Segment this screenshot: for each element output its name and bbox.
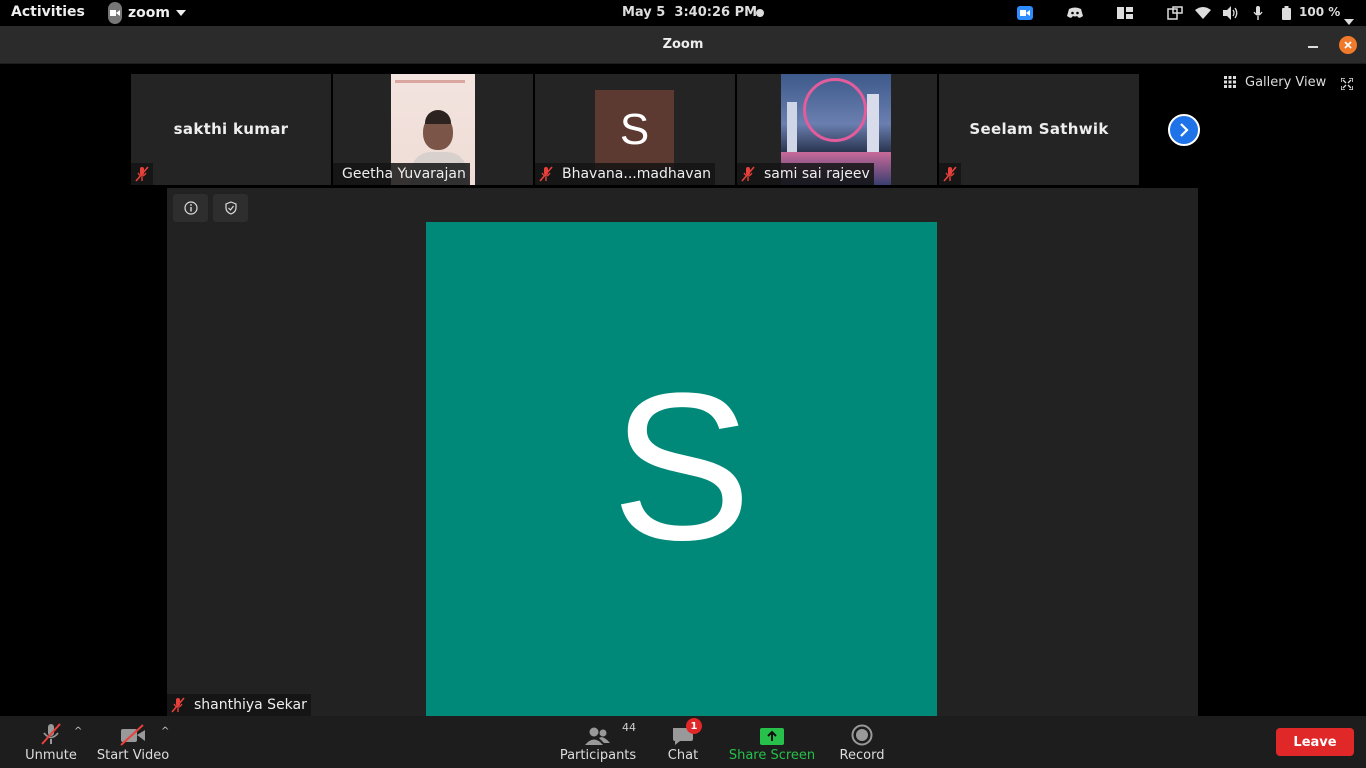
muted-mic-icon: [535, 163, 557, 185]
participant-name: sami sai rajeev: [764, 166, 870, 182]
unmute-label: Unmute: [25, 748, 77, 763]
next-page-button[interactable]: [1168, 114, 1200, 146]
volume-icon[interactable]: [1222, 4, 1240, 22]
record-button[interactable]: Record: [836, 716, 888, 768]
battery-percentage: 100 %: [1299, 5, 1341, 19]
participant-tile[interactable]: S Bhavana...madhavan: [535, 74, 735, 185]
chat-unread-badge: 1: [686, 718, 702, 734]
participant-tile[interactable]: Geetha Yuvarajan: [333, 74, 533, 185]
video-background-detail: [395, 80, 465, 83]
share-screen-icon: [759, 716, 785, 746]
grid-icon: [1224, 76, 1236, 88]
gallery-view-label: Gallery View: [1245, 74, 1327, 90]
participant-name: Geetha Yuvarajan: [342, 166, 466, 182]
participants-icon: [584, 716, 612, 746]
start-video-button[interactable]: Start Video: [96, 716, 170, 768]
participant-label: [939, 163, 961, 185]
record-icon: [851, 716, 873, 746]
chevron-right-icon: [1180, 123, 1189, 137]
speaker-avatar: S: [426, 222, 937, 716]
clock-date: May 5: [622, 5, 666, 20]
participant-label: Geetha Yuvarajan: [333, 163, 470, 185]
participant-name: sakthi kumar: [173, 120, 289, 138]
meeting-toolbar: Unmute ^ Start Video ^ Participants 44 C…: [0, 716, 1366, 768]
muted-microphone-icon: [40, 716, 62, 746]
building: [867, 94, 879, 152]
leave-button[interactable]: Leave: [1276, 728, 1354, 756]
record-label: Record: [839, 748, 885, 763]
participant-name: Seelam Sathwik: [969, 120, 1109, 138]
window-title-bar: Zoom: [0, 26, 1366, 64]
speaker-avatar-letter: S: [611, 349, 752, 584]
app-menu[interactable]: zoom: [108, 2, 186, 24]
video-options-caret-icon[interactable]: ^: [161, 726, 169, 737]
speaker-label: shanthiya Sekar: [167, 694, 311, 716]
participant-name: Bhavana...madhavan: [562, 166, 712, 182]
share-screen-label: Share Screen: [728, 748, 816, 763]
notification-dot: [756, 9, 764, 17]
security-button[interactable]: [213, 194, 248, 222]
participant-label: sami sai rajeev: [737, 163, 874, 185]
wifi-icon[interactable]: [1194, 4, 1212, 22]
chevron-down-icon: [175, 10, 186, 16]
person-hair: [425, 110, 451, 124]
participant-label: Bhavana...madhavan: [535, 163, 716, 185]
participants-label: Participants: [559, 748, 637, 763]
muted-mic-icon: [167, 694, 189, 716]
window-title: Zoom: [662, 37, 704, 52]
building: [787, 102, 797, 152]
clock-time: 3:40:26 PM: [674, 5, 758, 20]
clock[interactable]: May 5 3:40:26 PM: [622, 5, 757, 20]
zoom-tray-icon[interactable]: [1016, 4, 1034, 22]
minimize-button[interactable]: [1308, 46, 1318, 48]
screen-rotate-icon[interactable]: [1166, 4, 1184, 22]
audio-options-caret-icon[interactable]: ^: [74, 726, 82, 737]
ferris-wheel: [803, 78, 867, 142]
participants-count: 44: [622, 721, 636, 734]
participant-avatar: S: [595, 90, 674, 169]
meeting-info-button[interactable]: [173, 194, 208, 222]
share-screen-button[interactable]: Share Screen: [728, 716, 816, 768]
microphone-icon[interactable]: [1251, 4, 1265, 22]
speaker-name: shanthiya Sekar: [194, 697, 307, 713]
shield-icon: [224, 201, 237, 215]
start-video-label: Start Video: [96, 748, 170, 763]
participant-tile[interactable]: sakthi kumar: [131, 74, 331, 185]
muted-mic-icon: [737, 163, 759, 185]
gallery-view-button[interactable]: Gallery View: [1224, 74, 1326, 90]
fullscreen-icon: [1340, 77, 1354, 91]
close-button[interactable]: [1339, 36, 1357, 54]
unmute-button[interactable]: Unmute: [22, 716, 80, 768]
zoom-app-icon: [108, 2, 122, 24]
muted-mic-icon: [131, 163, 153, 185]
muted-mic-icon: [939, 163, 961, 185]
info-icon: [183, 201, 198, 215]
close-icon: [1344, 41, 1352, 49]
participant-tile[interactable]: Seelam Sathwik: [939, 74, 1139, 185]
layout-icon[interactable]: [1116, 4, 1134, 22]
app-name: zoom: [128, 5, 170, 21]
video-off-icon: [119, 716, 147, 746]
participant-tile[interactable]: sami sai rajeev: [737, 74, 937, 185]
battery-icon[interactable]: [1280, 4, 1292, 22]
discord-icon[interactable]: [1066, 4, 1084, 22]
participant-label: [131, 163, 153, 185]
system-top-bar: Activities zoom May 5 3:40:26 PM 100 %: [0, 0, 1366, 26]
activities-button[interactable]: Activities: [11, 4, 85, 20]
chat-label: Chat: [667, 748, 699, 763]
fullscreen-button[interactable]: [1340, 75, 1354, 94]
